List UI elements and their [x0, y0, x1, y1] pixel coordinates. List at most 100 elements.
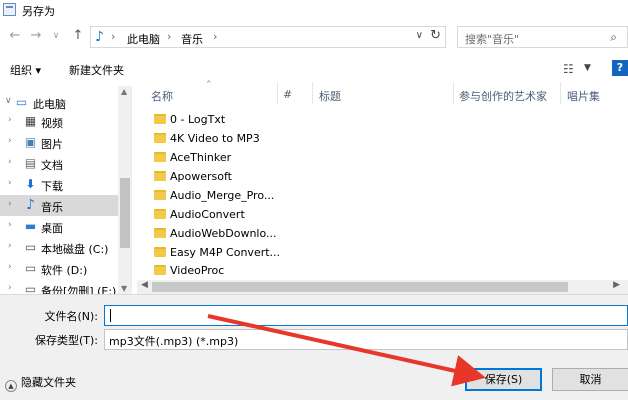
- back-arrow-icon[interactable]: ←: [7, 27, 23, 45]
- sidebar-item-backup-e[interactable]: › ▭ 备份[勿删] (E:): [0, 279, 118, 294]
- window-title: 另存为: [22, 5, 55, 18]
- view-options-icon[interactable]: ☷: [563, 62, 574, 76]
- recent-locations-chevron-icon[interactable]: ∨: [48, 27, 64, 45]
- file-name: AudioWebDownlo...: [170, 227, 277, 240]
- organize-button[interactable]: 组织 ▾: [10, 62, 41, 78]
- breadcrumb-separator-icon[interactable]: ›: [111, 30, 115, 43]
- expand-chevron-right-icon[interactable]: ›: [8, 262, 12, 272]
- command-toolbar: 组织 ▾ 新建文件夹 ☷ ▼ ?: [0, 56, 628, 82]
- sidebar-item-label: 备份[勿删] (E:): [41, 285, 117, 294]
- file-row[interactable]: VideoProc: [151, 262, 621, 281]
- folder-icon: [154, 171, 166, 181]
- video-icon: ▦: [24, 114, 37, 128]
- file-name: AceThinker: [170, 151, 232, 164]
- search-box[interactable]: 搜索"音乐" ⌕: [457, 26, 628, 48]
- expand-chevron-right-icon[interactable]: ›: [8, 178, 12, 188]
- sidebar-item-label: 图片: [41, 138, 63, 151]
- navigation-pane: ∨ ▭ 此电脑 › ▦ 视频 › ▣ 图片 › ▤ 文档 › ⬇ 下载 › ♪ …: [0, 86, 132, 294]
- file-name: 4K Video to MP3: [170, 132, 260, 145]
- disk-icon: ▭: [24, 282, 37, 294]
- column-header-number[interactable]: #: [283, 88, 292, 101]
- new-folder-button[interactable]: 新建文件夹: [69, 62, 124, 78]
- scroll-left-icon[interactable]: ◀: [141, 280, 148, 290]
- folder-icon: [154, 190, 166, 200]
- column-divider[interactable]: [312, 82, 313, 104]
- search-icon[interactable]: ⌕: [610, 30, 617, 45]
- column-header-title[interactable]: 标题: [319, 88, 341, 104]
- breadcrumb-separator-icon[interactable]: ›: [167, 30, 171, 43]
- filename-input[interactable]: [104, 305, 628, 326]
- breadcrumb-this-pc[interactable]: 此电脑: [127, 31, 160, 47]
- up-arrow-icon[interactable]: ↑: [70, 27, 86, 45]
- sidebar-item-label: 视频: [41, 117, 63, 130]
- file-name: AudioConvert: [170, 208, 245, 221]
- sidebar-item-desktop[interactable]: › ▬ 桌面: [0, 216, 118, 237]
- document-icon: ▤: [24, 156, 37, 170]
- column-divider[interactable]: [277, 82, 278, 104]
- horizontal-scrollbar[interactable]: ◀ ▶: [137, 280, 628, 294]
- expand-chevron-down-icon[interactable]: ∨: [5, 96, 12, 106]
- music-note-icon: ♪: [95, 29, 104, 45]
- sidebar-item-software-d[interactable]: › ▭ 软件 (D:): [0, 258, 118, 279]
- scroll-up-icon[interactable]: ▲: [121, 87, 127, 96]
- column-header-album[interactable]: 唱片集: [567, 88, 600, 104]
- breadcrumb-music[interactable]: 音乐: [181, 31, 203, 47]
- help-icon[interactable]: ?: [612, 60, 628, 76]
- chevron-up-icon: ▲: [5, 380, 17, 392]
- sidebar-item-this-pc[interactable]: ∨ ▭ 此电脑: [0, 92, 118, 113]
- search-input[interactable]: 搜索"音乐": [465, 31, 519, 47]
- column-divider[interactable]: [560, 82, 561, 104]
- expand-chevron-right-icon[interactable]: ›: [8, 241, 12, 251]
- scroll-down-icon[interactable]: ▼: [121, 284, 127, 293]
- sidebar-item-pictures[interactable]: › ▣ 图片: [0, 132, 118, 153]
- download-icon: ⬇: [25, 177, 36, 191]
- file-row[interactable]: AudioConvert: [151, 206, 621, 225]
- save-type-select[interactable]: mp3文件(.mp3) (*.mp3): [104, 329, 628, 350]
- hide-folders-toggle[interactable]: ▲ 隐藏文件夹: [5, 374, 76, 392]
- folder-icon: [154, 265, 166, 275]
- cancel-button[interactable]: 取消: [552, 368, 628, 391]
- sidebar-item-documents[interactable]: › ▤ 文档: [0, 153, 118, 174]
- expand-chevron-right-icon[interactable]: ›: [8, 199, 12, 209]
- refresh-icon[interactable]: ↻: [430, 28, 441, 43]
- address-dropdown-icon[interactable]: ∨: [416, 30, 423, 41]
- column-header-name[interactable]: 名称: [151, 88, 173, 104]
- sidebar-item-videos[interactable]: › ▦ 视频: [0, 111, 118, 132]
- view-dropdown-icon[interactable]: ▼: [584, 63, 591, 73]
- file-name: Audio_Merge_Pro...: [170, 189, 275, 202]
- save-dialog-icon: [3, 3, 16, 16]
- horizontal-scroll-thumb[interactable]: [152, 282, 568, 292]
- file-row[interactable]: AceThinker: [151, 149, 621, 168]
- sidebar-item-downloads[interactable]: › ⬇ 下载: [0, 174, 118, 195]
- text-caret: [110, 309, 111, 322]
- forward-arrow-icon[interactable]: →: [28, 27, 44, 45]
- column-header-artist[interactable]: 参与创作的艺术家: [459, 88, 547, 104]
- file-row[interactable]: Audio_Merge_Pro...: [151, 187, 621, 206]
- scroll-right-icon[interactable]: ▶: [613, 280, 620, 290]
- address-bar[interactable]: ♪ › 此电脑 › 音乐 › ∨ ↻: [90, 26, 446, 48]
- sidebar-item-label: 文档: [41, 159, 63, 172]
- file-row[interactable]: Easy M4P Convert...: [151, 244, 621, 263]
- expand-chevron-right-icon[interactable]: ›: [8, 157, 12, 167]
- sidebar-scrollbar[interactable]: ▲ ▼: [118, 86, 131, 294]
- expand-chevron-right-icon[interactable]: ›: [8, 115, 12, 125]
- folder-icon: [154, 209, 166, 219]
- file-row[interactable]: Apowersoft: [151, 168, 621, 187]
- save-type-label: 保存类型(T):: [34, 334, 98, 347]
- expand-chevron-right-icon[interactable]: ›: [8, 283, 12, 293]
- file-row[interactable]: 0 - LogTxt: [151, 111, 621, 130]
- sidebar-item-local-disk-c[interactable]: › ▭ 本地磁盘 (C:): [0, 237, 118, 258]
- file-row[interactable]: 4K Video to MP3: [151, 130, 621, 149]
- save-button[interactable]: 保存(S): [465, 368, 542, 391]
- expand-chevron-right-icon[interactable]: ›: [8, 220, 12, 230]
- sidebar-item-label: 软件 (D:): [41, 264, 88, 277]
- filename-label: 文件名(N):: [44, 310, 98, 323]
- sidebar-item-label: 音乐: [41, 201, 63, 214]
- sidebar-item-music[interactable]: › ♪ 音乐: [0, 195, 118, 216]
- file-row[interactable]: AudioWebDownlo...: [151, 225, 621, 244]
- sidebar-scroll-thumb[interactable]: [120, 178, 130, 248]
- expand-chevron-right-icon[interactable]: ›: [8, 136, 12, 146]
- column-divider[interactable]: [453, 82, 454, 104]
- breadcrumb-separator-icon[interactable]: ›: [213, 30, 217, 43]
- folder-icon: [154, 247, 166, 257]
